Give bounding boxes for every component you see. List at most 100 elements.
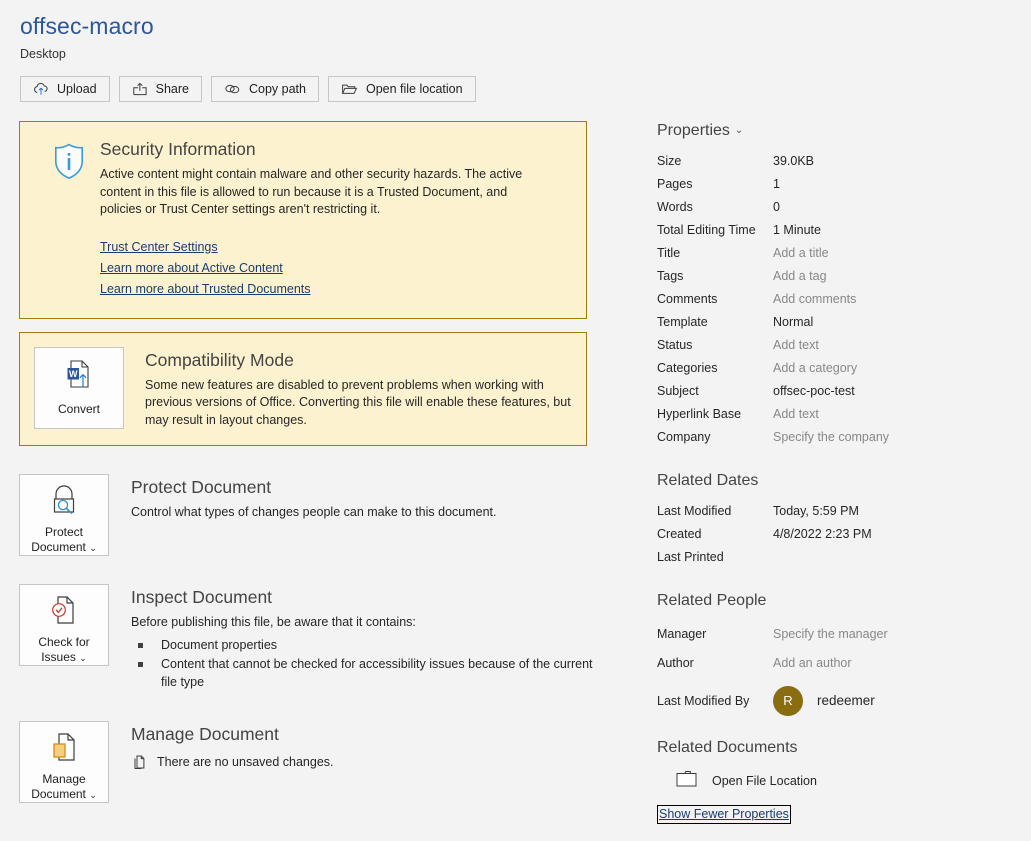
protect-document-button-label: Protect Document ⌄ — [20, 525, 108, 556]
related-dates-heading: Related Dates — [657, 471, 758, 491]
property-row-template: Template Normal — [657, 311, 1010, 334]
info-left-column: Security Information Active content migh… — [0, 121, 620, 824]
convert-button[interactable]: W Convert — [34, 347, 124, 429]
folder-icon — [675, 768, 701, 793]
property-value-input[interactable]: Add comments — [773, 288, 856, 311]
avatar[interactable]: R — [773, 686, 803, 716]
property-value-input[interactable]: Add a category — [773, 357, 857, 380]
document-header: offsec-macro Desktop Upload Share — [0, 0, 1031, 102]
property-label: Status — [657, 334, 773, 357]
property-value-input[interactable]: Specify the manager — [773, 620, 888, 649]
property-label: Last Modified By — [657, 691, 773, 711]
property-label: Tags — [657, 265, 773, 288]
compatibility-mode-title: Compatibility Mode — [145, 349, 572, 371]
property-value-input[interactable]: Add text — [773, 334, 819, 357]
property-label: Hyperlink Base — [657, 403, 773, 426]
link-icon — [224, 82, 241, 96]
open-file-location-link[interactable]: Open File Location — [675, 768, 817, 793]
upload-button[interactable]: Upload — [20, 76, 110, 102]
property-value-input[interactable]: Add a title — [773, 242, 829, 265]
property-label: Author — [657, 649, 773, 678]
manage-document-section: Manage Document ⌄ Manage Document There … — [19, 721, 620, 803]
share-button-label: Share — [156, 82, 189, 96]
property-label: Pages — [657, 173, 773, 196]
property-row-total-editing-time: Total Editing Time 1 Minute — [657, 219, 1010, 242]
list-item: Document properties — [131, 637, 601, 655]
compatibility-mode-row: W Convert Compatibility Mode Some new fe… — [34, 347, 572, 430]
compatibility-mode-description: Some new features are disabled to preven… — [145, 377, 572, 430]
properties-heading-label: Properties — [657, 121, 730, 141]
copy-path-button-label: Copy path — [249, 82, 306, 96]
property-value: 1 Minute — [773, 219, 821, 242]
related-people-heading: Related People — [657, 591, 766, 611]
security-information-links: Trust Center Settings Learn more about A… — [100, 237, 570, 299]
shield-info-icon — [38, 138, 100, 300]
property-label: Size — [657, 150, 773, 173]
protect-document-button[interactable]: Protect Document ⌄ — [19, 474, 109, 556]
property-value-input[interactable]: Specify the company — [773, 426, 889, 449]
share-icon — [132, 82, 148, 96]
property-row-created: Created 4/8/2022 2:23 PM — [657, 523, 1010, 546]
check-for-issues-button[interactable]: Check for Issues ⌄ — [19, 584, 109, 666]
trust-center-settings-link[interactable]: Trust Center Settings — [100, 237, 218, 257]
property-row-pages: Pages 1 — [657, 173, 1010, 196]
property-value-input[interactable]: Add text — [773, 403, 819, 426]
related-documents-heading: Related Documents — [657, 738, 798, 758]
property-label: Last Printed — [657, 546, 773, 569]
command-toolbar: Upload Share Copy path — [20, 76, 1031, 102]
document-versions-icon — [45, 730, 83, 768]
protect-document-text: Protect Document Control what types of c… — [109, 474, 497, 522]
folder-open-icon — [341, 82, 358, 96]
property-row-categories: Categories Add a category — [657, 357, 1010, 380]
open-file-location-button[interactable]: Open file location — [328, 76, 476, 102]
inspect-document-bullets: Document properties Content that cannot … — [131, 637, 601, 692]
manage-document-button[interactable]: Manage Document ⌄ — [19, 721, 109, 803]
list-item: Content that cannot be checked for acces… — [131, 656, 601, 691]
property-value-input[interactable]: Add a tag — [773, 265, 827, 288]
inspect-document-text: Inspect Document Before publishing this … — [109, 584, 601, 693]
chevron-down-icon: ⌄ — [89, 790, 97, 800]
learn-more-trusted-documents-link[interactable]: Learn more about Trusted Documents — [100, 279, 311, 299]
property-label: Company — [657, 426, 773, 449]
property-row-subject: Subject offsec-poc-test — [657, 380, 1010, 403]
property-row-author: Author Add an author — [657, 649, 1010, 678]
page-title: offsec-macro — [20, 12, 1031, 40]
property-row-company: Company Specify the company — [657, 426, 1010, 449]
manage-document-button-label: Manage Document ⌄ — [20, 772, 108, 803]
security-information-title: Security Information — [100, 138, 570, 160]
check-for-issues-button-label: Check for Issues ⌄ — [20, 635, 108, 666]
share-button[interactable]: Share — [119, 76, 202, 102]
property-value-input[interactable]: Add an author — [773, 649, 852, 678]
property-value[interactable]: offsec-poc-test — [773, 380, 855, 403]
chevron-down-icon: ⌄ — [79, 653, 87, 663]
property-row-words: Words 0 — [657, 196, 1010, 219]
open-file-location-label: Open File Location — [712, 774, 817, 788]
security-information-body: Security Information Active content migh… — [100, 138, 570, 300]
property-label: Total Editing Time — [657, 219, 773, 242]
security-information-description: Active content might contain malware and… — [100, 166, 550, 219]
property-row-last-printed: Last Printed — [657, 546, 1010, 569]
property-label: Last Modified — [657, 500, 773, 523]
last-modified-by-row: Last Modified By R redeemer — [657, 686, 1010, 716]
protect-document-button-text: Protect Document — [31, 525, 86, 554]
property-row-tags: Tags Add a tag — [657, 265, 1010, 288]
property-row-manager: Manager Specify the manager — [657, 620, 1010, 649]
properties-heading[interactable]: Properties ⌄ — [657, 121, 743, 141]
document-check-icon — [45, 593, 83, 631]
inspect-document-title: Inspect Document — [131, 586, 601, 608]
property-value: 39.0KB — [773, 150, 814, 173]
property-label: Categories — [657, 357, 773, 380]
learn-more-active-content-link[interactable]: Learn more about Active Content — [100, 258, 283, 278]
copy-path-button[interactable]: Copy path — [211, 76, 319, 102]
manage-document-note: There are no unsaved changes. — [131, 754, 334, 776]
document-location: Desktop — [20, 46, 1031, 62]
property-row-comments: Comments Add comments — [657, 288, 1010, 311]
chevron-down-icon: ⌄ — [89, 543, 97, 553]
panel-gap — [19, 319, 620, 332]
property-value: Normal — [773, 311, 813, 334]
convert-doc-icon: W — [59, 356, 99, 398]
upload-button-label: Upload — [57, 82, 97, 96]
open-file-location-button-label: Open file location — [366, 82, 463, 96]
show-fewer-properties-link[interactable]: Show Fewer Properties — [657, 805, 791, 824]
property-row-status: Status Add text — [657, 334, 1010, 357]
